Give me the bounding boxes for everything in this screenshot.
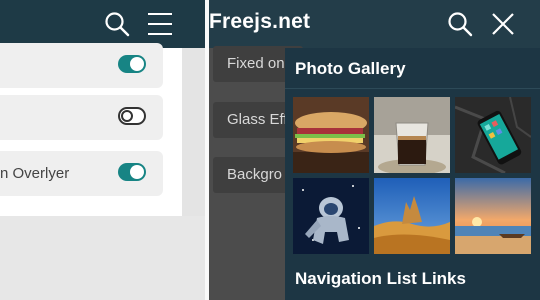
beach-image[interactable]	[455, 178, 531, 254]
brand-logo-text[interactable]: Freejs.net	[209, 10, 310, 34]
right-demo-panel: Freejs.net Fixed on Glass Eff Backgro Ph…	[209, 0, 540, 300]
setting-row-overlay: n Overlyer	[0, 151, 163, 196]
background-item-label: Glass Eff	[227, 111, 288, 128]
background-item-label: Fixed on	[227, 55, 285, 72]
setting-label: n Overlyer	[0, 165, 70, 182]
astronaut-image[interactable]	[293, 178, 369, 254]
gallery-title: Photo Gallery	[295, 59, 406, 78]
left-panel-background	[0, 216, 205, 300]
settings-list: n Overlyer	[0, 43, 182, 216]
close-icon[interactable]	[490, 11, 516, 37]
sandwich-image[interactable]	[293, 97, 369, 173]
navigation-links-title: Navigation List Links	[295, 269, 466, 288]
coffee-image[interactable]	[374, 97, 450, 173]
right-header: Freejs.net	[209, 0, 540, 48]
search-icon[interactable]	[104, 11, 130, 37]
left-header	[0, 0, 205, 48]
setting-row	[0, 95, 163, 140]
gallery-overlay: Photo Gallery Navigation List Links	[285, 48, 540, 300]
setting-row	[0, 43, 163, 88]
toggle-switch-off[interactable]	[118, 107, 146, 125]
toggle-switch-on[interactable]	[118, 55, 146, 73]
menu-icon[interactable]	[147, 11, 173, 37]
desert-image[interactable]	[374, 178, 450, 254]
toggle-switch-on[interactable]	[118, 163, 146, 181]
phone-image[interactable]	[455, 97, 531, 173]
search-icon[interactable]	[447, 11, 473, 37]
gallery-divider	[285, 88, 540, 89]
left-settings-panel: n Overlyer	[0, 0, 205, 300]
background-item-label: Backgro	[227, 166, 283, 183]
